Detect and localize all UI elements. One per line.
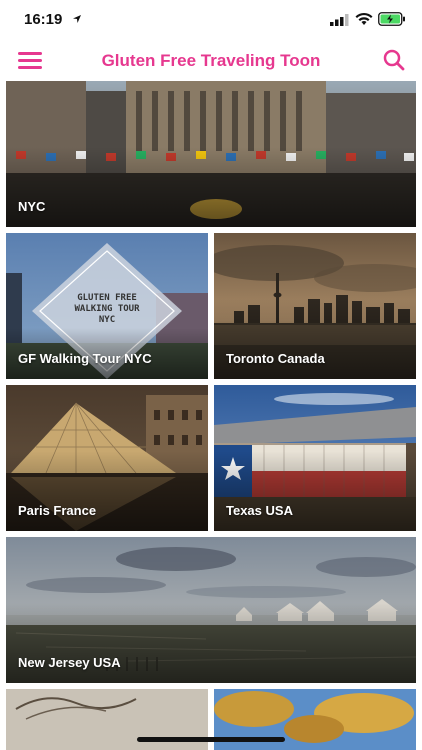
tile-label-toronto-canada: Toronto Canada xyxy=(226,351,325,366)
app-header: Gluten Free Traveling Toon xyxy=(0,40,422,80)
battery-charging-icon xyxy=(378,12,405,26)
wifi-icon xyxy=(355,12,373,25)
tile-nyc[interactable]: NYC xyxy=(6,81,416,227)
tile-label-texas-usa: Texas USA xyxy=(226,503,293,518)
cellular-signal-icon xyxy=(330,14,349,26)
status-time: 16:19 xyxy=(24,11,63,28)
tile-toronto-canada[interactable]: Toronto Canada xyxy=(214,233,416,379)
tile-paris-france[interactable]: Paris France xyxy=(6,385,208,531)
tile-new-jersey-usa[interactable]: New Jersey USA xyxy=(6,537,416,683)
tile-label-gf-walking-tour-nyc: GF Walking Tour NYC xyxy=(18,351,152,366)
walking-tour-badge: GLUTEN FREE WALKING TOUR NYC xyxy=(74,293,140,325)
app-title: Gluten Free Traveling Toon xyxy=(101,51,321,70)
tile-texas-usa[interactable]: Texas USA xyxy=(214,385,416,531)
tile-label-new-jersey-usa: New Jersey USA xyxy=(18,655,121,670)
search-icon[interactable] xyxy=(382,48,406,72)
status-bar: 16:19 xyxy=(0,0,422,40)
location-arrow-icon xyxy=(73,15,81,23)
tile-label-nyc: NYC xyxy=(18,199,46,214)
home-indicator[interactable] xyxy=(137,737,285,742)
tile-label-paris-france: Paris France xyxy=(18,503,97,518)
tile-gf-walking-tour-nyc[interactable]: GLUTEN FREE WALKING TOUR NYC GF Walking … xyxy=(6,233,208,379)
menu-button[interactable] xyxy=(18,50,44,70)
hamburger-icon xyxy=(18,52,42,55)
